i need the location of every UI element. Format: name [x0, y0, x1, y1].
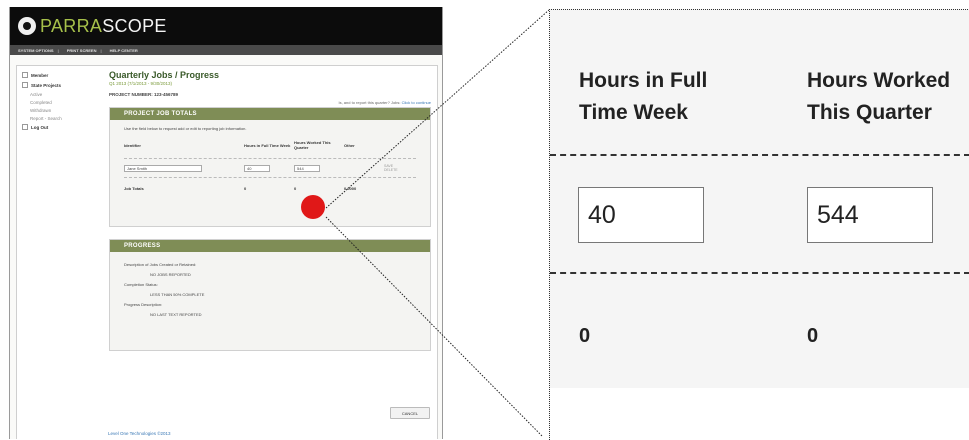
total-hours-full: 0: [244, 186, 247, 191]
zoom-header-hours-full: Hours in Full Time Week: [579, 69, 708, 124]
col-hours-worked: Hours Worked This Quarter: [294, 140, 331, 150]
nav-help-center[interactable]: HELP CENTER: [110, 48, 138, 53]
hours-full-input[interactable]: 40: [244, 164, 270, 172]
zoom-header-hours-worked: Hours Worked This Quarter: [807, 69, 951, 124]
report-link-row: Is, and to report this quarter? Jobs: Cl…: [338, 100, 431, 105]
col-other: Other: [344, 142, 355, 148]
expand-icon: [22, 82, 28, 88]
zoom-footer-area: [550, 388, 969, 440]
top-bar: PARRASCOPE: [10, 7, 442, 45]
progress-value: NO JOBS REPORTED: [150, 272, 191, 277]
progress-label: Completion Status:: [124, 282, 158, 287]
sidebar-item-active[interactable]: Active: [30, 92, 100, 97]
instructions: Use the field below to request add or ed…: [124, 126, 247, 131]
section-header: PROJECT JOB TOTALS: [110, 108, 430, 120]
nav-system-options[interactable]: SYSTEM OPTIONS: [18, 48, 54, 53]
section-header: PROGRESS: [110, 240, 430, 252]
cancel-button[interactable]: CANCEL: [390, 407, 430, 419]
nav-separator: |: [57, 47, 59, 53]
col-hours-full: Hours in Full Time Week: [244, 142, 291, 148]
progress-value: NO LAST TEXT REPORTED: [150, 312, 202, 317]
date-range: Q1 2013 (7/1/2013 - 9/30/2013): [109, 81, 173, 86]
sidebar-item-report-search[interactable]: Report - Search: [30, 116, 100, 121]
table-row: Jane Smith 40 544 SAVE DELETE: [124, 158, 416, 178]
parrascope-logo[interactable]: PARRASCOPE: [18, 16, 167, 36]
row-divider: [550, 154, 969, 156]
totals-row: Job Totals 0 0 0.0000: [124, 186, 416, 191]
sidebar: Member State Projects Active Completed W…: [22, 72, 100, 134]
sidebar-item-withdrawn[interactable]: Withdrawn: [30, 108, 100, 113]
total-other: 0.0000: [344, 186, 357, 191]
name-input[interactable]: Jane Smith: [124, 164, 202, 172]
logo-prefix: PARRA: [40, 15, 103, 36]
progress-value: LESS THAN 50% COMPLETE: [150, 292, 205, 297]
expand-icon: [22, 72, 28, 78]
zoom-total-hours-full: 0: [579, 325, 591, 347]
page-content: Quarterly Jobs / Progress Q1 2013 (7/1/2…: [109, 70, 431, 351]
totals-label: Job Totals: [124, 186, 144, 191]
sidebar-item-state-projects[interactable]: State Projects: [22, 82, 100, 88]
col-identifier: Identifier: [124, 142, 141, 148]
nav-print-screen[interactable]: PRINT SCREEN: [67, 48, 97, 53]
zoom-total-hours-worked: 0: [807, 325, 819, 347]
expand-icon: [22, 124, 28, 130]
page-title: Quarterly Jobs / Progress: [109, 70, 220, 80]
app-screenshot: PARRASCOPE SYSTEM OPTIONS | PRINT SCREEN…: [9, 7, 443, 439]
hours-worked-input[interactable]: 544: [294, 164, 320, 172]
sidebar-item-member[interactable]: Member: [22, 72, 100, 78]
nav-separator: |: [100, 47, 102, 53]
zoom-hours-worked-input[interactable]: 544: [807, 187, 933, 243]
highlight-marker: [301, 195, 325, 219]
progress-section: PROGRESS Description of Jobs Created or …: [109, 239, 431, 351]
progress-label: Progress Description:: [124, 302, 163, 307]
sidebar-item-log-out[interactable]: Log Out: [22, 124, 100, 130]
job-totals-section: PROJECT JOB TOTALS Use the field below t…: [109, 107, 431, 227]
project-number: PROJECT NUMBER: 123-456789: [109, 92, 179, 97]
footer-link[interactable]: Level One Technologies ©2013: [108, 431, 171, 436]
main-panel: Member State Projects Active Completed W…: [16, 65, 438, 439]
zoom-panel: Hours in Full Time Week Hours Worked Thi…: [549, 9, 969, 440]
logo-suffix: SCOPE: [102, 15, 167, 36]
row-divider: [550, 272, 969, 274]
report-link[interactable]: Click to continue: [402, 100, 431, 105]
delete-button[interactable]: DELETE: [384, 168, 414, 172]
table-header-row: Identifier Hours in Full Time Week Hours…: [124, 140, 416, 150]
sidebar-item-completed[interactable]: Completed: [30, 100, 100, 105]
total-hours-worked: 0: [294, 186, 297, 191]
logo-icon: [18, 17, 36, 35]
progress-label: Description of Jobs Created or Retained:: [124, 262, 197, 267]
zoom-hours-full-input[interactable]: 40: [578, 187, 704, 243]
nav-bar: SYSTEM OPTIONS | PRINT SCREEN | HELP CEN…: [10, 45, 442, 55]
